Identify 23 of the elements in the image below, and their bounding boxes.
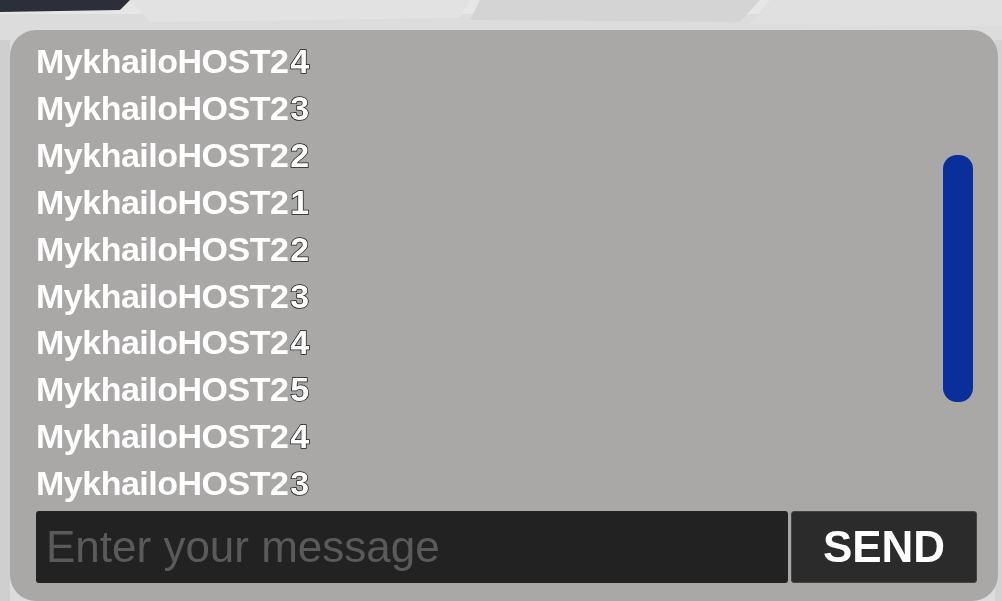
message-text: 3: [290, 88, 310, 128]
message-text: 2: [290, 229, 310, 269]
sender-name: MykhailoHOST2: [36, 417, 289, 457]
sender-name: MykhailoHOST2: [36, 276, 289, 316]
message-input-field[interactable]: Enter your message: [36, 511, 788, 583]
send-button[interactable]: SEND: [791, 511, 977, 583]
message-text: 3: [290, 276, 310, 316]
sender-name: MykhailoHOST2: [36, 464, 289, 504]
sender-name: MykhailoHOST2: [36, 182, 289, 222]
message-text: 3: [290, 464, 310, 504]
message-text: 4: [290, 323, 310, 363]
message-text: 2: [290, 135, 310, 175]
sender-name: MykhailoHOST2: [36, 323, 289, 363]
sender-name: MykhailoHOST2: [36, 88, 289, 128]
scrollbar[interactable]: [943, 155, 973, 402]
message-text: 1: [290, 182, 310, 222]
sender-name: MykhailoHOST2: [36, 229, 289, 269]
message-text: 5: [290, 370, 310, 410]
message-text: 4: [290, 42, 310, 81]
sender-name: MykhailoHOST2: [36, 370, 289, 410]
sender-name: MykhailoHOST2: [36, 42, 289, 81]
message-text: 4: [290, 417, 310, 457]
sender-name: MykhailoHOST2: [36, 135, 289, 175]
